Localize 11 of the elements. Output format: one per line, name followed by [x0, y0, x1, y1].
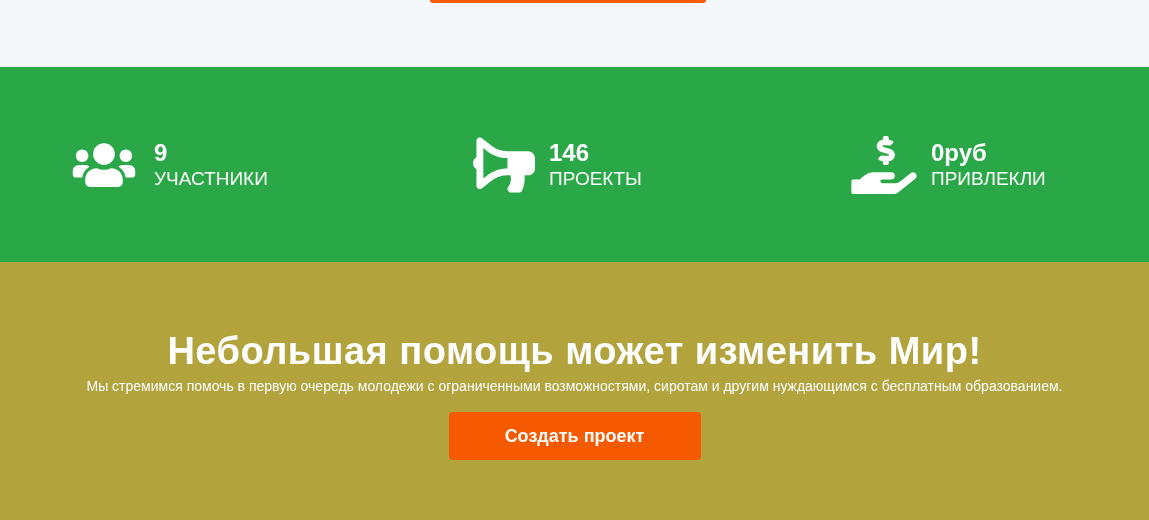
hand-dollar-icon	[851, 135, 917, 194]
megaphone-icon	[473, 136, 535, 193]
stat-label: ПРИВЛЕКЛИ	[931, 166, 1046, 191]
stat-value: 9	[154, 138, 169, 167]
stat-value: 146	[549, 138, 591, 167]
cta-text: Мы стремимся помочь в первую очередь молодежи с ограниченными возможностями, сиротам и другим нуждающимся с бесплатным образованием.	[86, 377, 1063, 396]
stat-label: УЧАСТНИКИ	[154, 166, 268, 191]
stat-label: ПРОЕКТЫ	[549, 166, 642, 191]
cta-title: Небольшая помощь может изменить Мир!	[167, 329, 982, 374]
stat-value: 0руб	[931, 138, 988, 167]
create-project-button[interactable]: Создать проект	[448, 412, 701, 460]
